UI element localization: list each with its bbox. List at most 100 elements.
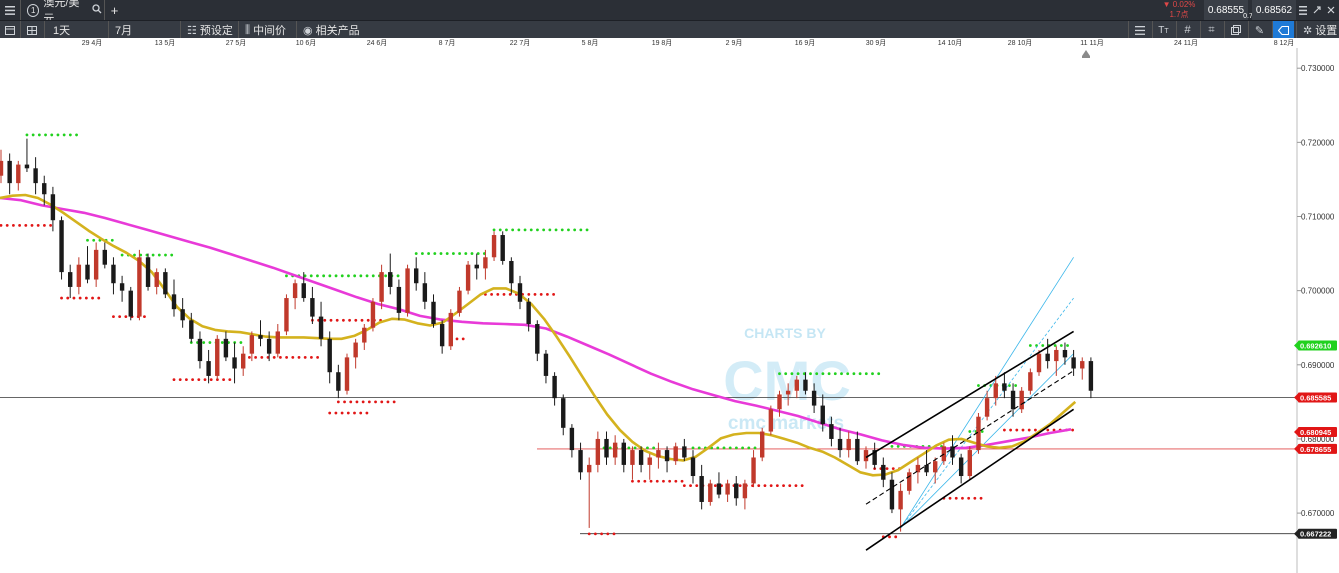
price-change: ▼ 0.02% 1.7点: [1158, 0, 1200, 20]
candle-bear: [258, 335, 263, 339]
pivot-low-dot: [885, 467, 889, 471]
candle-bull: [76, 264, 82, 287]
price-chart[interactable]: CHARTS BY CMC cmc markets 0.7300000.7200…: [0, 48, 1339, 573]
pivot-low-dot: [961, 496, 964, 500]
instrument-tab[interactable]: 1 澳元/美元: [20, 0, 102, 25]
pivot-high-dot: [790, 372, 794, 376]
settings-button[interactable]: ✲ 设置: [1296, 21, 1339, 39]
candle-bull: [249, 335, 255, 354]
pivot-high-dot: [25, 133, 29, 137]
candle-bear: [439, 324, 445, 347]
candle-bull: [967, 450, 972, 477]
candle-bear: [958, 457, 964, 477]
pivot-low-dot: [84, 296, 88, 300]
indicator-icon[interactable]: ⌗: [1200, 21, 1222, 39]
candle-bull: [16, 164, 21, 184]
pivot-low-dot: [310, 355, 313, 359]
pivot-low-dot: [361, 400, 365, 404]
candle-bull: [344, 357, 350, 391]
pivot-low-dot: [346, 411, 350, 415]
pivot-high-dot: [452, 252, 455, 255]
pivot-low-dot: [354, 318, 358, 322]
pivot-high-dot: [110, 238, 114, 242]
pivot-low-dot: [18, 223, 21, 227]
candle-bear: [734, 483, 739, 499]
pivot-high-dot: [536, 228, 539, 232]
change-points: 1.7点: [1169, 10, 1189, 19]
candle-bear: [561, 398, 566, 428]
pivot-low-dot: [297, 355, 301, 359]
candle-bear: [111, 264, 116, 284]
candle-bull: [656, 450, 661, 458]
pivot-low-dot: [738, 484, 742, 488]
pivot-high-dot: [414, 252, 418, 255]
top-bar: 1 澳元/美元 + ▼ 0.02% 1.7点 0.68555 0.7 0.685…: [0, 0, 1339, 25]
candle-bear: [414, 268, 419, 284]
candle-bull: [457, 290, 462, 313]
tag-icon[interactable]: [1272, 21, 1294, 39]
candle-bull: [275, 331, 280, 354]
related-products-button[interactable]: ◉ 相关产品: [296, 21, 362, 39]
layout-grid-icon[interactable]: [20, 21, 42, 39]
candle-bull: [491, 235, 497, 258]
candle-bear: [1071, 357, 1076, 369]
pivot-low-dot: [342, 318, 345, 322]
pivot-low-dot: [222, 378, 226, 382]
candle-bear: [509, 260, 514, 284]
pivot-low-dot: [763, 484, 767, 488]
candle-bull: [777, 394, 782, 410]
pivot-low-dot: [674, 479, 678, 483]
candle-bear: [638, 450, 644, 465]
price-label-pointer: [1294, 427, 1298, 436]
pivot-high-dot: [741, 446, 744, 450]
pivot-low-dot: [539, 292, 543, 296]
candle-bear: [1010, 390, 1016, 410]
time-marker-shape: [1082, 50, 1090, 58]
candle-bear: [664, 450, 670, 462]
search-icon[interactable]: [92, 3, 102, 17]
range-select[interactable]: 7月: [108, 21, 180, 39]
pivot-high-dot: [652, 446, 656, 450]
candle-bull: [742, 483, 748, 499]
pivot-high-dot: [852, 372, 856, 376]
pivot-high-dot: [567, 228, 570, 232]
candle-bear: [690, 457, 696, 477]
hamburger-icon-right[interactable]: [1298, 0, 1308, 20]
pivot-low-dot: [1046, 428, 1050, 432]
list-icon[interactable]: [1128, 21, 1150, 39]
text-size-icon[interactable]: TT: [1152, 21, 1174, 39]
pivot-low-dot: [349, 400, 353, 404]
candle-bear: [837, 438, 843, 451]
pivot-high-dot: [62, 133, 66, 137]
candle-icon: ⫼: [245, 23, 251, 36]
mid-price-button[interactable]: ⫼ 中间价: [238, 21, 296, 39]
pivot-high-dot: [433, 252, 437, 255]
pivot-high-dot: [365, 274, 369, 278]
timeframe-select[interactable]: 1天: [44, 21, 106, 39]
copy-icon[interactable]: [1224, 21, 1246, 39]
price-tick-label: 0.670000: [1301, 509, 1335, 518]
pivot-high-dot: [548, 228, 552, 232]
panel-toggle-icon[interactable]: [0, 21, 20, 39]
preset-button[interactable]: ☷ 预设定: [180, 21, 238, 39]
pivot-high-dot: [458, 252, 461, 255]
candle-bull: [630, 450, 635, 465]
candle-bull: [760, 431, 765, 458]
close-icon[interactable]: [1325, 0, 1337, 20]
candle-bull: [725, 483, 730, 495]
candle-bull: [898, 490, 903, 510]
candle-bear: [535, 324, 540, 354]
add-tab-button[interactable]: +: [104, 0, 124, 20]
pivot-high-dot: [464, 252, 468, 255]
candle-bull: [483, 257, 488, 269]
pivot-low-dot: [1021, 428, 1025, 432]
pivot-high-dot: [50, 133, 54, 137]
pen-icon[interactable]: ✎: [1248, 21, 1270, 39]
pivot-low-dot: [66, 296, 70, 300]
grid-icon[interactable]: #: [1176, 21, 1198, 39]
price-label-text: 0.680945: [1300, 428, 1331, 437]
expand-icon[interactable]: [1311, 0, 1323, 20]
pivot-low-dot: [272, 355, 276, 359]
hamburger-icon[interactable]: [0, 0, 20, 20]
ask-price[interactable]: 0.68562: [1252, 0, 1296, 20]
